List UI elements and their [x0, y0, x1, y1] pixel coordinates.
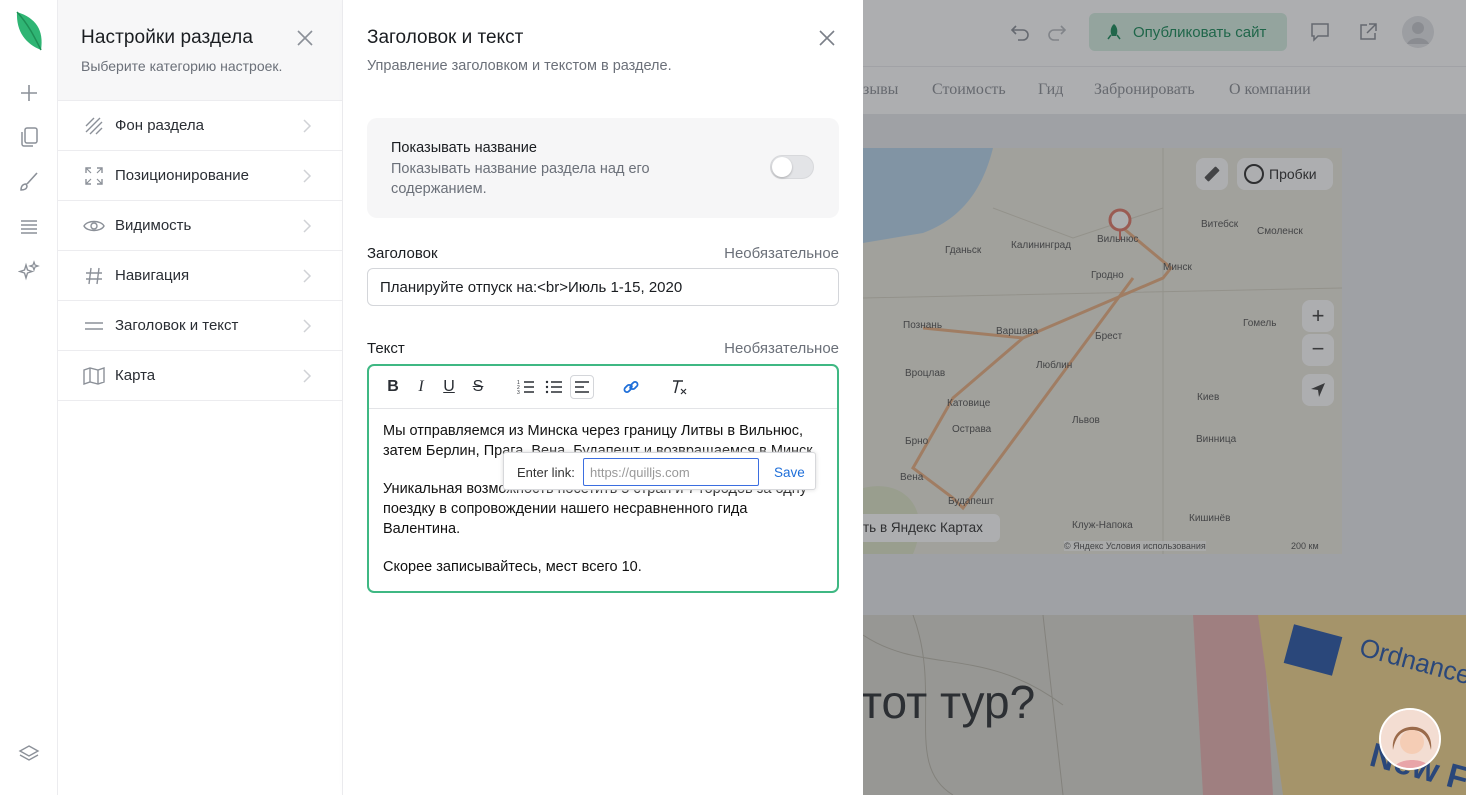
clear-format-button[interactable] — [667, 375, 691, 399]
sidebar-item-label: Заголовок и текст — [115, 317, 239, 334]
ordered-list-button[interactable]: 123 — [514, 375, 538, 399]
heading-optional-label: Необязательное — [724, 245, 839, 262]
settings-subtitle: Выберите категорию настроек. — [81, 58, 283, 74]
chevron-right-icon — [303, 319, 312, 333]
sidebar-item-label: Карта — [115, 367, 156, 384]
chevron-right-icon — [303, 169, 312, 183]
show-title-toggle[interactable] — [770, 155, 814, 179]
show-title-card: Показывать название Показывать название … — [367, 118, 839, 218]
toggle-knob — [772, 157, 792, 177]
layers-icon[interactable] — [16, 741, 42, 767]
sidebar-item-label: Фон раздела — [115, 117, 204, 134]
svg-text:3: 3 — [517, 390, 520, 395]
dim-overlay — [863, 0, 1466, 795]
editor-toolbar: B I U S 123 — [369, 366, 837, 409]
show-title-description: Показывать название раздела над его соде… — [391, 161, 650, 197]
panel-subtitle: Управление заголовком и текстом в раздел… — [367, 58, 672, 74]
background-icon — [83, 115, 105, 137]
panel-title: Заголовок и текст — [367, 27, 524, 48]
sidebar-item-label: Позиционирование — [115, 167, 250, 184]
show-title-label: Показывать название — [391, 140, 537, 156]
text-field-label: Текст — [367, 340, 405, 357]
close-panel-icon[interactable] — [817, 28, 837, 48]
heading-field-label: Заголовок — [367, 245, 438, 262]
heading-text-panel: Заголовок и текст Управление заголовком … — [343, 0, 863, 795]
position-icon — [83, 165, 105, 187]
bullet-list-icon — [545, 380, 562, 394]
link-save-button[interactable]: Save — [774, 465, 805, 480]
sidebar-item-heading-text[interactable]: Заголовок и текст — [58, 301, 342, 351]
bullet-list-button[interactable] — [542, 375, 566, 399]
pages-icon[interactable] — [16, 124, 42, 150]
sidebar-item-label: Навигация — [115, 267, 190, 284]
text-lines-icon — [83, 315, 105, 337]
chevron-right-icon — [303, 119, 312, 133]
align-left-icon — [575, 381, 589, 393]
sidebar-item-background[interactable]: Фон раздела — [58, 101, 342, 151]
align-button[interactable] — [570, 375, 594, 399]
underline-button[interactable]: U — [437, 375, 461, 399]
heading-input[interactable] — [367, 268, 839, 306]
eye-icon — [83, 215, 105, 237]
sidebar-item-map[interactable]: Карта — [58, 351, 342, 401]
close-settings-icon[interactable] — [295, 28, 315, 48]
brush-icon[interactable] — [16, 169, 42, 195]
editor-content[interactable]: Мы отправляемся из Минска через границу … — [383, 421, 823, 595]
italic-button[interactable]: I — [409, 375, 433, 399]
section-settings-panel: Настройки раздела Выберите категорию нас… — [58, 0, 343, 795]
link-button[interactable] — [619, 375, 643, 399]
left-rail — [0, 0, 58, 795]
chevron-right-icon — [303, 369, 312, 383]
link-tooltip: Enter link: Save — [503, 452, 816, 490]
sections-icon[interactable] — [16, 214, 42, 240]
sidebar-item-label: Видимость — [115, 217, 192, 234]
ordered-list-icon: 123 — [517, 380, 534, 395]
chevron-right-icon — [303, 219, 312, 233]
link-input[interactable] — [583, 458, 759, 486]
link-icon — [623, 381, 639, 393]
chevron-right-icon — [303, 269, 312, 283]
paragraph: Скорее записывайтесь, мест всего 10. — [383, 559, 642, 575]
plus-icon[interactable] — [16, 80, 42, 106]
bold-button[interactable]: B — [381, 375, 405, 399]
settings-header: Настройки раздела Выберите категорию нас… — [58, 0, 342, 101]
sidebar-item-navigation[interactable]: Навигация — [58, 251, 342, 301]
site-preview: Опубликовать сайт зывы Стоимость Гид Заб… — [863, 0, 1466, 795]
clear-format-icon — [673, 380, 687, 395]
text-optional-label: Необязательное — [724, 340, 839, 357]
strike-button[interactable]: S — [466, 375, 490, 399]
support-chat-avatar[interactable] — [1379, 708, 1441, 770]
sparkles-icon[interactable] — [16, 258, 42, 284]
link-label: Enter link: — [517, 465, 575, 480]
sidebar-item-positioning[interactable]: Позиционирование — [58, 151, 342, 201]
hash-icon — [83, 265, 105, 287]
sidebar-item-visibility[interactable]: Видимость — [58, 201, 342, 251]
leaf-logo[interactable] — [14, 10, 44, 54]
map-icon — [83, 365, 105, 387]
